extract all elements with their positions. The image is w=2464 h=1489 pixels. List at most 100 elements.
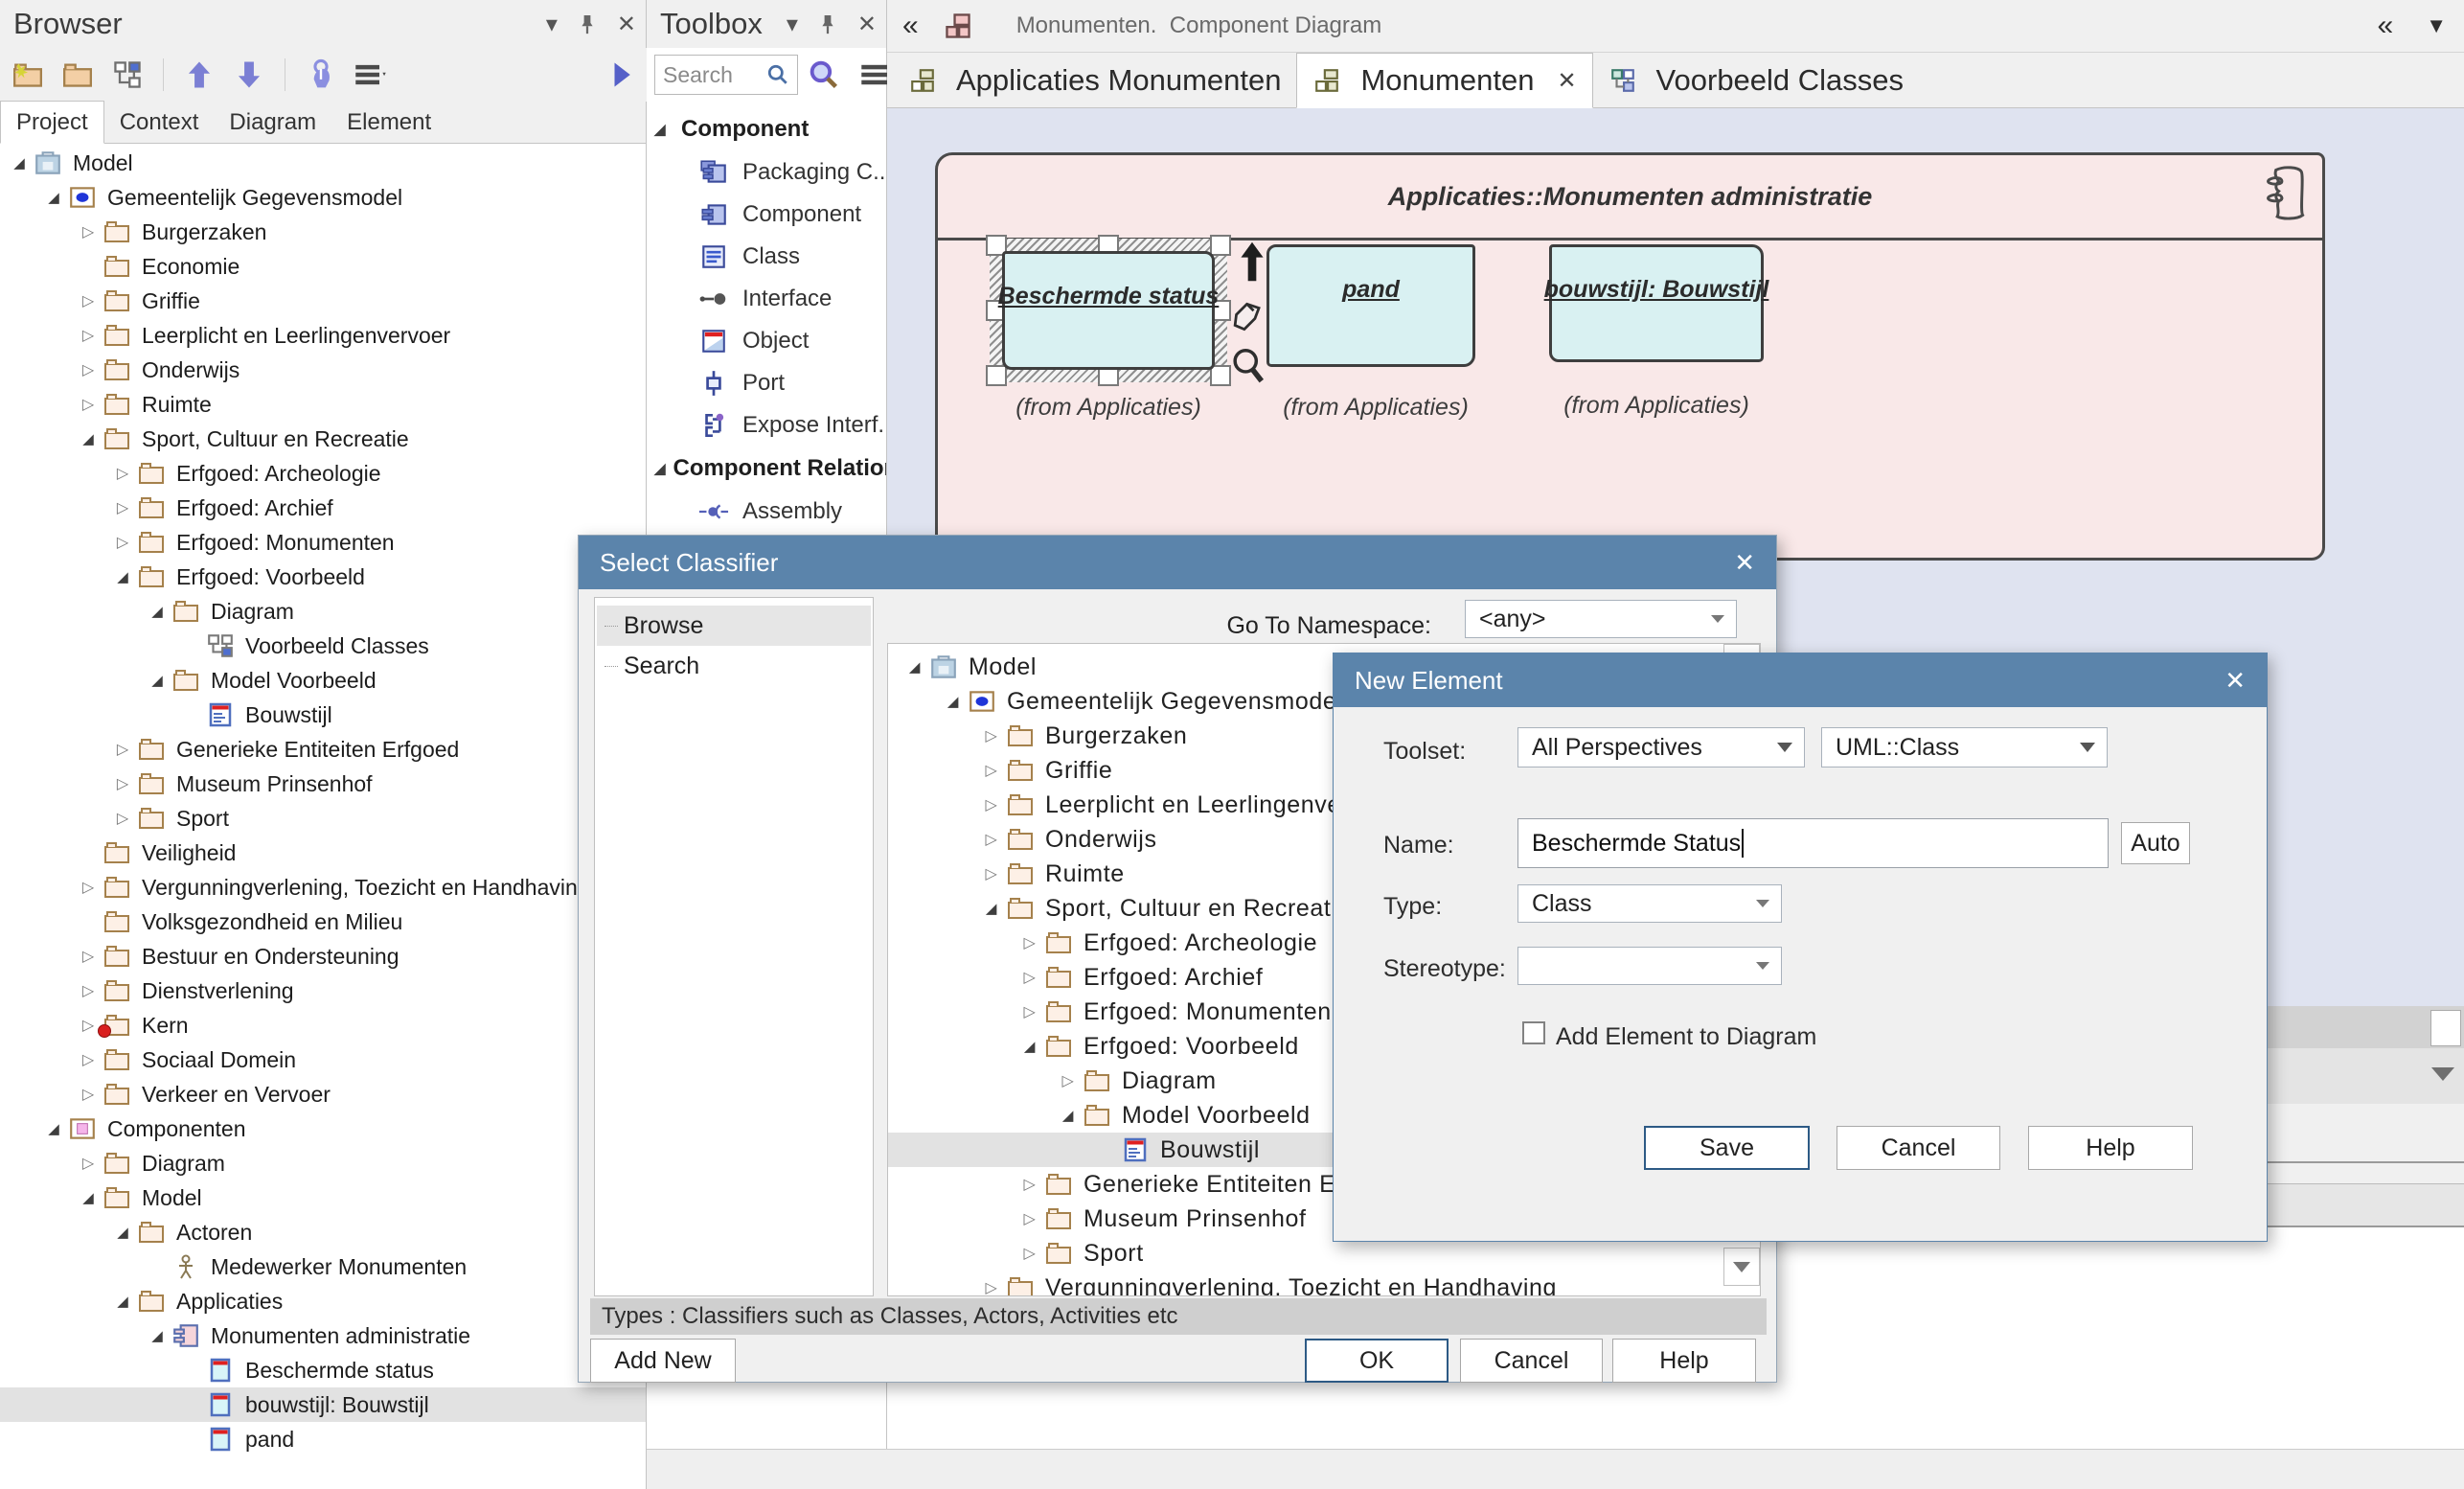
toolbox-section-header[interactable]: ◢Component Relations <box>647 447 886 491</box>
object-element[interactable]: pand <box>1266 244 1475 367</box>
tree-item[interactable]: ▷Kern <box>0 1008 646 1042</box>
expander-icon[interactable]: ◢ <box>144 603 171 620</box>
expander-icon[interactable]: ▷ <box>1016 933 1043 952</box>
search-input[interactable]: Search <box>654 55 798 95</box>
tree-item[interactable]: ▷Museum Prinsenhof <box>0 767 646 801</box>
expander-icon[interactable]: ◢ <box>75 1189 102 1206</box>
expander-icon[interactable]: ◢ <box>40 189 67 206</box>
tree-item[interactable]: ▷Leerplicht en Leerlingenvervoer <box>0 318 646 353</box>
expander-icon[interactable]: ▷ <box>109 740 136 759</box>
resize-handle[interactable] <box>1210 365 1231 386</box>
tree-item[interactable]: ◢Componenten <box>0 1111 646 1146</box>
tree-item[interactable]: Economie <box>0 249 646 284</box>
expander-icon[interactable]: ▷ <box>1055 1071 1082 1090</box>
expander-icon[interactable]: ◢ <box>1016 1038 1043 1055</box>
expander-icon[interactable]: ▷ <box>75 291 102 310</box>
name-input[interactable]: Beschermde Status <box>1517 818 2109 868</box>
tree-item[interactable]: ▷Ruimte <box>0 387 646 422</box>
tree-item[interactable]: ◢Model Voorbeeld <box>0 663 646 698</box>
help-button[interactable]: Help <box>1612 1339 1756 1383</box>
toolbox-item-assembly[interactable]: Assembly <box>647 491 886 533</box>
expander-icon[interactable]: ◢ <box>144 1327 171 1344</box>
pin-icon[interactable] <box>819 12 836 35</box>
save-button[interactable]: Save <box>1644 1126 1810 1170</box>
expander-icon[interactable]: ▷ <box>978 726 1005 745</box>
expander-icon[interactable]: ◢ <box>654 460 666 477</box>
browser-tab-element[interactable]: Element <box>331 102 446 143</box>
tree-item[interactable]: ▷Erfgoed: Archief <box>0 491 646 525</box>
scroll-down-button[interactable] <box>1723 1248 1760 1286</box>
move-down-icon[interactable] <box>231 57 267 93</box>
expander-icon[interactable]: ◢ <box>1055 1107 1082 1124</box>
object-element[interactable]: Beschermde status <box>1002 251 1215 370</box>
tree-item[interactable]: ▷Diagram <box>0 1146 646 1180</box>
classifier-nav-browse[interactable]: Browse <box>597 606 871 646</box>
expander-icon[interactable]: ▷ <box>75 981 102 1000</box>
browser-tab-diagram[interactable]: Diagram <box>214 102 331 143</box>
tree-item[interactable]: ▷Vergunningverlening, Toezicht en Handha… <box>888 1271 1760 1296</box>
tree-item[interactable]: ◢Erfgoed: Voorbeeld <box>0 560 646 594</box>
close-icon[interactable]: ✕ <box>857 11 877 38</box>
expander-icon[interactable]: ▷ <box>978 1278 1005 1296</box>
quicklink-insert-icon[interactable] <box>1230 292 1266 334</box>
new-model-icon[interactable] <box>10 57 46 93</box>
resize-handle[interactable] <box>1210 235 1231 256</box>
expander-icon[interactable]: ▷ <box>978 795 1005 814</box>
expander-icon[interactable]: ▷ <box>978 830 1005 849</box>
expander-icon[interactable]: ▷ <box>75 878 102 897</box>
collapse-left-icon[interactable]: « <box>902 10 919 42</box>
collapse-right-icon[interactable]: « <box>2378 10 2394 42</box>
expander-icon[interactable]: ▷ <box>1016 1244 1043 1263</box>
tree-item[interactable]: Medewerker Monumenten <box>0 1249 646 1284</box>
tree-item[interactable]: ◢Monumenten administratie <box>0 1318 646 1353</box>
quicklink-arrow-icon[interactable] <box>1234 241 1270 283</box>
diagram-tab-applicaties-monumenten[interactable]: Applicaties Monumenten <box>893 53 1296 107</box>
pin-icon[interactable] <box>579 12 596 35</box>
toolbox-item-expose-interf-[interactable]: Expose Interf... <box>647 404 886 447</box>
expander-icon[interactable]: ◢ <box>901 658 928 676</box>
chevron-down-icon[interactable]: ▾ <box>546 11 558 38</box>
advanced-search-icon[interactable] <box>808 58 840 91</box>
close-icon[interactable]: ✕ <box>617 11 636 38</box>
tree-item[interactable]: ▷Bestuur en Ondersteuning <box>0 939 646 974</box>
tree-item[interactable]: ◢Applicaties <box>0 1284 646 1318</box>
expander-icon[interactable]: ▷ <box>109 498 136 517</box>
close-icon[interactable]: ✕ <box>1734 548 1755 578</box>
expander-icon[interactable]: ▷ <box>1016 1209 1043 1228</box>
toolbox-item-component[interactable]: Component <box>647 194 886 236</box>
selection-frame[interactable]: Beschermde status <box>990 239 1227 382</box>
expander-icon[interactable]: ◢ <box>75 430 102 447</box>
tree-item[interactable]: ◢Gemeentelijk Gegevensmodel <box>0 180 646 215</box>
expander-icon[interactable]: ▷ <box>109 533 136 552</box>
tree-item[interactable]: ▷Verkeer en Vervoer <box>0 1077 646 1111</box>
expander-icon[interactable]: ▷ <box>75 222 102 241</box>
classifier-nav-search[interactable]: Search <box>597 646 871 686</box>
expander-icon[interactable]: ◢ <box>940 693 967 710</box>
chevron-down-icon[interactable]: ▾ <box>787 11 798 38</box>
play-icon[interactable] <box>604 57 640 93</box>
toolbox-item-packaging-c-[interactable]: Packaging C... <box>647 151 886 194</box>
tree-item[interactable]: ◢Model <box>0 146 646 180</box>
tree-item[interactable]: ▷Burgerzaken <box>0 215 646 249</box>
expander-icon[interactable]: ▷ <box>109 464 136 483</box>
tree-item[interactable]: Bouwstijl <box>0 698 646 732</box>
tree-item[interactable]: ◢Sport, Cultuur en Recreatie <box>0 422 646 456</box>
tree-item[interactable]: Beschermde status <box>0 1353 646 1387</box>
close-icon[interactable]: ✕ <box>1557 67 1576 95</box>
tree-item[interactable]: ▷Dienstverlening <box>0 974 646 1008</box>
cancel-button[interactable]: Cancel <box>1837 1126 2000 1170</box>
toolbox-item-interface[interactable]: Interface <box>647 278 886 320</box>
expander-icon[interactable]: ◢ <box>978 900 1005 917</box>
close-icon[interactable]: ✕ <box>2224 666 2246 696</box>
browser-tab-context[interactable]: Context <box>104 102 215 143</box>
expander-icon[interactable]: ▷ <box>109 809 136 828</box>
stereotype-select[interactable] <box>1517 947 1782 985</box>
expander-icon[interactable]: ▷ <box>1016 1175 1043 1194</box>
toolbox-item-class[interactable]: Class <box>647 236 886 278</box>
expander-icon[interactable]: ▷ <box>978 864 1005 883</box>
auto-button[interactable]: Auto <box>2121 822 2190 864</box>
folder-icon[interactable] <box>59 57 96 93</box>
expander-icon[interactable]: ▷ <box>75 947 102 966</box>
type-select[interactable]: Class <box>1517 884 1782 923</box>
diagram-tab-monumenten[interactable]: Monumenten✕ <box>1296 53 1592 108</box>
